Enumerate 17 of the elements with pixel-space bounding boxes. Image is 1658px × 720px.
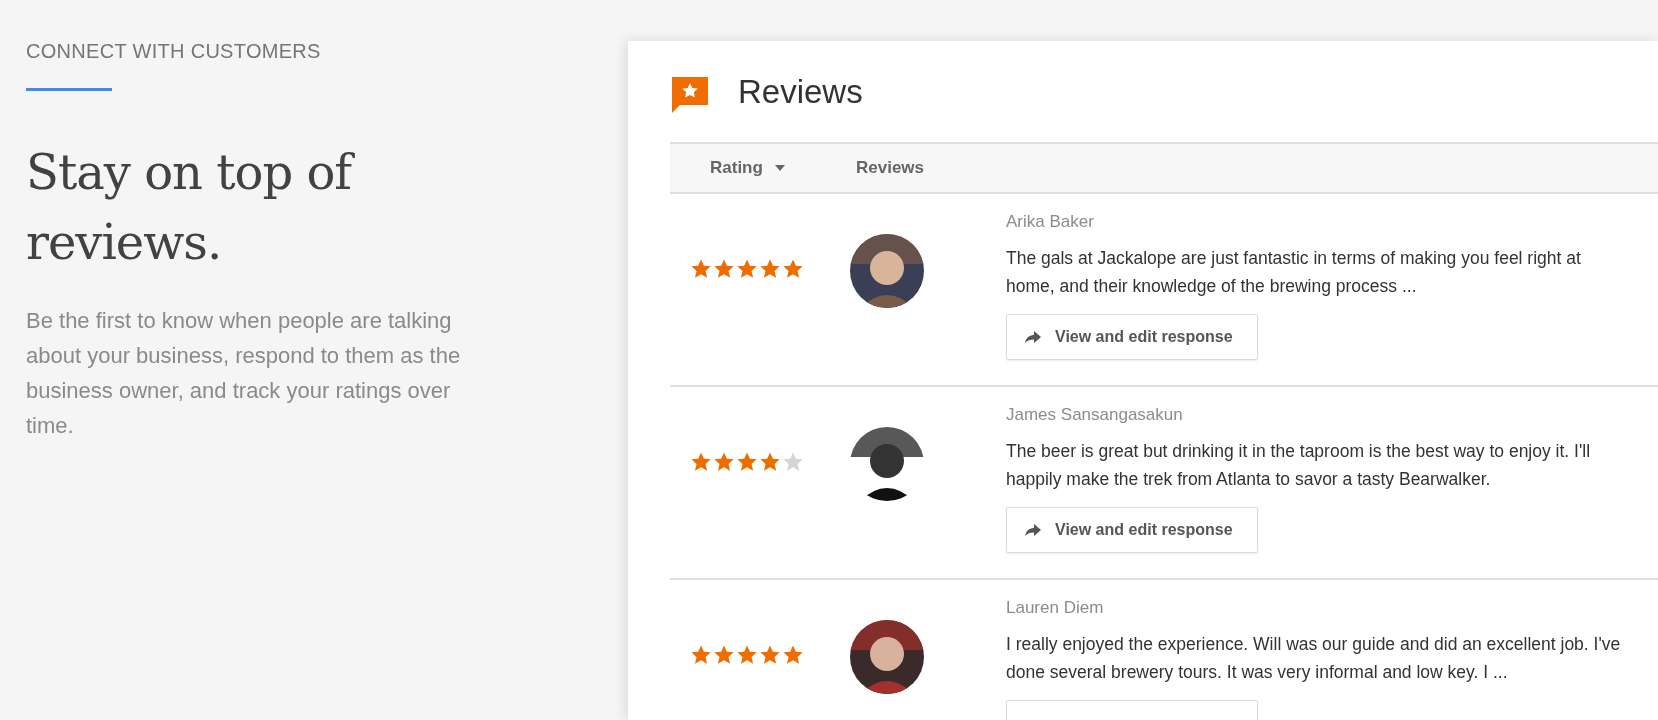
headline: Stay on top of reviews.	[26, 137, 446, 277]
section-label: CONNECT WITH CUSTOMERS	[26, 40, 322, 63]
column-header[interactable]: Reviews	[856, 158, 925, 178]
reviewer-name: Arika Baker	[1006, 212, 1095, 232]
column-header[interactable]: Rating	[710, 158, 856, 178]
card-title: Reviews	[738, 72, 863, 111]
view-response-button[interactable]: View and edit response	[1006, 507, 1258, 553]
reviewer-name: James Sansangasakun	[1006, 405, 1184, 425]
review-text: I really enjoyed the experience. Will was our guide and did an excellent job. I've done several brewery tours. It was very informal and low key. I ...	[1006, 633, 1622, 684]
review-star-icon	[670, 74, 710, 115]
reviewer-name: Lauren Diem	[1006, 598, 1105, 618]
review-text: The beer is great but drinking it in the taproom is the best way to enjoy it. I'll happily make the trek from Atlanta to savor a tasty Bearwalker.	[1006, 440, 1592, 491]
description: Be the first to know when people are talking about your business, respond to them as the business owner, and track your ratings over time.	[26, 307, 462, 440]
share-arrow-icon	[1025, 331, 1041, 343]
review-text: The gals at Jackalope are just fantastic in terms of making you feel right at home, and their knowledge of the brewing process ...	[1006, 247, 1582, 298]
share-arrow-icon	[1025, 524, 1041, 536]
view-response-button[interactable]: View and edit response	[1006, 314, 1258, 360]
